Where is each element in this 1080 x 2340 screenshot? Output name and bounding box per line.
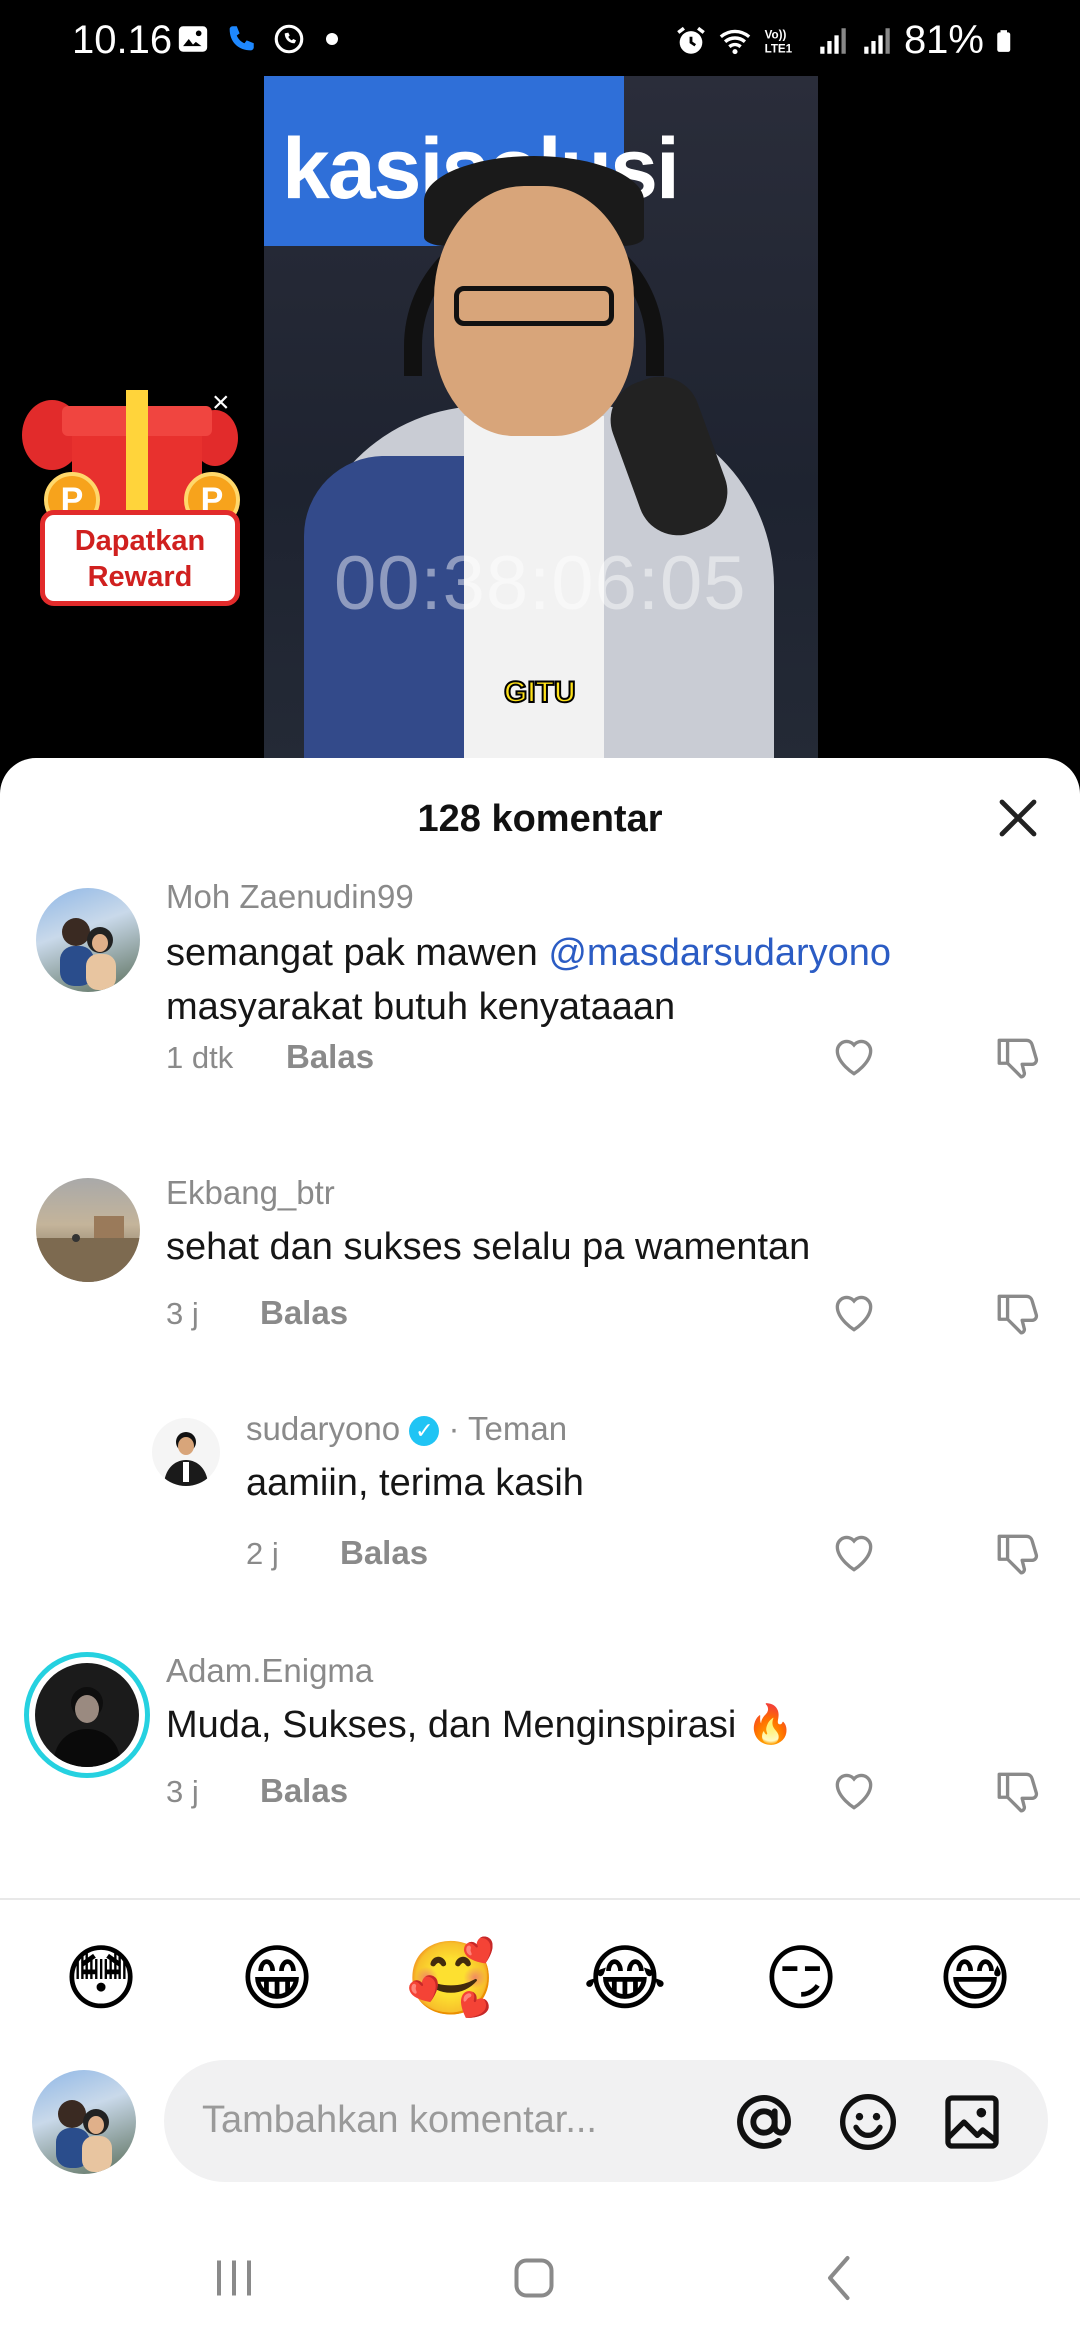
reply-button[interactable]: Balas bbox=[340, 1534, 428, 1572]
avatar-photo bbox=[56, 2100, 112, 2172]
comment-username[interactable]: Ekbang_btr bbox=[166, 1174, 335, 1212]
comment-text: aamiin, terima kasih bbox=[246, 1462, 584, 1504]
comment-text-line: semangat pak mawen bbox=[166, 932, 549, 974]
emoji-joy[interactable]: 😂 bbox=[580, 1934, 670, 2024]
comment-username[interactable]: Moh Zaenudin99 bbox=[166, 878, 414, 916]
heart-icon[interactable] bbox=[828, 1288, 880, 1338]
gallery-icon bbox=[178, 26, 208, 52]
avatar-story-ring[interactable] bbox=[24, 1652, 150, 1778]
signal-icon-2 bbox=[864, 27, 890, 54]
avatar-photo bbox=[53, 1687, 121, 1767]
thumbs-down-icon[interactable] bbox=[992, 1766, 1044, 1816]
at-icon[interactable] bbox=[732, 2090, 796, 2154]
comment-text-line: masyarakat butuh kenyataaan bbox=[166, 986, 676, 1028]
signal-icon-1 bbox=[820, 27, 846, 54]
avatar[interactable] bbox=[36, 1178, 140, 1282]
reward-close-icon[interactable]: × bbox=[212, 386, 230, 420]
comment-time: 3 j bbox=[166, 1296, 199, 1331]
reward-badge[interactable]: P P Dapatkan Reward bbox=[22, 380, 242, 606]
status-notification-icons bbox=[176, 22, 338, 56]
verified-badge-icon: ✓ bbox=[409, 1416, 440, 1447]
phone-icon bbox=[229, 26, 254, 51]
emoji-smiling-hearts[interactable]: 🥰 bbox=[406, 1934, 496, 2024]
avatar-photo bbox=[36, 1216, 140, 1282]
emoji-smirk[interactable]: 😏 bbox=[756, 1934, 846, 2024]
thumbs-down-icon[interactable] bbox=[992, 1288, 1044, 1338]
battery-icon bbox=[997, 29, 1011, 52]
username-text: sudaryono bbox=[246, 1410, 401, 1447]
emoji-grin[interactable]: 😁 bbox=[232, 1934, 322, 2024]
comment-text: Muda, Sukses, dan Menginspirasi 🔥 bbox=[166, 1704, 795, 1746]
avatar-photo bbox=[60, 918, 116, 990]
avatar[interactable] bbox=[36, 888, 140, 992]
image-icon[interactable] bbox=[940, 2090, 1004, 2154]
avatar[interactable] bbox=[152, 1418, 220, 1486]
status-bar: 10.16 Vo)) LTE1 81% bbox=[0, 0, 1080, 84]
reply-button[interactable]: Balas bbox=[260, 1772, 348, 1810]
comment-item: Ekbang_btr sehat dan sukses selalu pa wa… bbox=[0, 1158, 1080, 1358]
lte-icon: Vo))LTE1 bbox=[765, 28, 793, 55]
heart-icon[interactable] bbox=[828, 1032, 880, 1082]
close-icon[interactable] bbox=[994, 794, 1042, 842]
system-navigation-bar bbox=[0, 2220, 1080, 2340]
video-frame[interactable]: kasisolusi 00:38:06:05 GITU bbox=[264, 76, 818, 770]
comment-username[interactable]: Adam.Enigma bbox=[166, 1652, 373, 1690]
status-time: 10.16 bbox=[72, 18, 173, 62]
reply-comment-item: sudaryono ✓ · Teman aamiin, terima kasih… bbox=[0, 1408, 1080, 1608]
reward-label: Dapatkan Reward bbox=[40, 510, 240, 606]
current-user-avatar bbox=[32, 2070, 136, 2174]
comment-item: Moh Zaenudin99 semangat pak mawen @masda… bbox=[0, 858, 1080, 1079]
emoji-sweat-smile[interactable]: 😅 bbox=[930, 1934, 1020, 2024]
thumbs-down-icon[interactable] bbox=[992, 1032, 1044, 1082]
alarm-icon bbox=[677, 26, 705, 54]
avatar bbox=[35, 1663, 139, 1767]
avatar-photo bbox=[164, 1432, 208, 1486]
comment-time: 3 j bbox=[166, 1774, 199, 1809]
heart-icon[interactable] bbox=[828, 1528, 880, 1578]
friend-tag: · Teman bbox=[448, 1410, 568, 1447]
smiley-icon[interactable] bbox=[836, 2090, 900, 2154]
svg-text:LTE1: LTE1 bbox=[765, 42, 793, 55]
comment-text: semangat pak mawen @masdarsudaryono masy… bbox=[166, 926, 1026, 1034]
quick-emoji-row: 😳 😁 🥰 😂 😏 😅 bbox=[0, 1934, 1080, 2030]
home-icon[interactable] bbox=[504, 2248, 564, 2308]
comment-count-title: 128 komentar bbox=[417, 798, 663, 840]
status-system-icons: Vo)) LTE1 81% bbox=[674, 18, 1020, 63]
battery-percent: 81% bbox=[903, 18, 984, 62]
comment-time: 1 dtk bbox=[166, 1040, 234, 1075]
svg-text:Vo)): Vo)) bbox=[765, 28, 787, 41]
reply-button[interactable]: Balas bbox=[260, 1294, 348, 1332]
recent-apps-icon[interactable] bbox=[204, 2248, 264, 2308]
whatsapp-icon bbox=[274, 24, 304, 54]
emoji-flushed[interactable]: 😳 bbox=[56, 1934, 146, 2024]
comment-text: sehat dan sukses selalu pa wamentan bbox=[166, 1226, 811, 1268]
thumbs-down-icon[interactable] bbox=[992, 1528, 1044, 1578]
comment-time: 2 j bbox=[246, 1536, 279, 1571]
gift-ribbon bbox=[126, 390, 148, 510]
wifi-icon bbox=[719, 29, 751, 54]
comment-input-box[interactable] bbox=[164, 2060, 1048, 2182]
comment-username[interactable]: sudaryono ✓ · Teman bbox=[246, 1410, 567, 1448]
video-caption: GITU bbox=[503, 675, 577, 710]
back-icon[interactable] bbox=[810, 2248, 870, 2308]
notification-dot bbox=[326, 33, 338, 45]
comment-item: Adam.Enigma Muda, Sukses, dan Menginspir… bbox=[0, 1638, 1080, 1838]
video-timecode: 00:38:06:05 bbox=[334, 541, 747, 626]
person-glasses bbox=[454, 286, 614, 326]
comment-input[interactable] bbox=[202, 2090, 702, 2150]
heart-icon[interactable] bbox=[828, 1766, 880, 1816]
divider bbox=[0, 1898, 1080, 1900]
mention-link[interactable]: @masdarsudaryono bbox=[548, 932, 891, 974]
reply-button[interactable]: Balas bbox=[286, 1038, 374, 1076]
